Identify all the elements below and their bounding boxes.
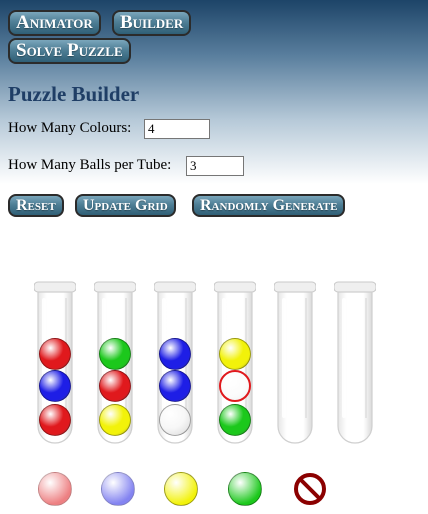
ball-blue[interactable] — [39, 370, 71, 402]
test-tube-3[interactable] — [154, 280, 196, 445]
tube-glass — [274, 281, 316, 444]
builder-button[interactable]: Builder — [112, 10, 192, 36]
balls-per-tube-input[interactable] — [186, 156, 244, 176]
palette-swatch-blue[interactable] — [101, 472, 135, 506]
no-entry-icon[interactable] — [293, 472, 327, 511]
palette-swatch-yellow[interactable] — [164, 472, 198, 506]
page-title: Puzzle Builder — [8, 82, 140, 106]
ball-red[interactable] — [39, 404, 71, 436]
ball-blue[interactable] — [159, 338, 191, 370]
update-grid-button[interactable]: Update Grid — [75, 194, 176, 217]
randomly-generate-button[interactable]: Randomly Generate — [192, 194, 346, 217]
ball-empty[interactable] — [159, 404, 191, 436]
ball-green[interactable] — [99, 338, 131, 370]
test-tube-1[interactable] — [34, 280, 76, 445]
reset-button[interactable]: Reset — [8, 194, 64, 217]
tube-glass — [334, 281, 376, 444]
test-tube-6[interactable] — [334, 280, 376, 445]
solve-puzzle-button[interactable]: Solve Puzzle — [8, 38, 131, 64]
tube-grid — [0, 280, 428, 450]
ball-yellow[interactable] — [219, 338, 251, 370]
ball-red[interactable] — [99, 370, 131, 402]
ball-blue[interactable] — [159, 370, 191, 402]
colours-input[interactable] — [144, 119, 210, 139]
balls-per-tube-label: How Many Balls per Tube: — [8, 157, 172, 173]
animator-button[interactable]: Animator — [8, 10, 101, 36]
ball-green[interactable] — [219, 404, 251, 436]
palette-swatch-green[interactable] — [228, 472, 262, 506]
test-tube-5[interactable] — [274, 280, 316, 445]
ball-red[interactable] — [39, 338, 71, 370]
test-tube-2[interactable] — [94, 280, 136, 445]
ball-yellow[interactable] — [99, 404, 131, 436]
palette-swatch-red[interactable] — [38, 472, 72, 506]
colours-label: How Many Colours: — [8, 120, 132, 136]
ball-empty[interactable] — [219, 370, 251, 402]
test-tube-4[interactable] — [214, 280, 256, 445]
